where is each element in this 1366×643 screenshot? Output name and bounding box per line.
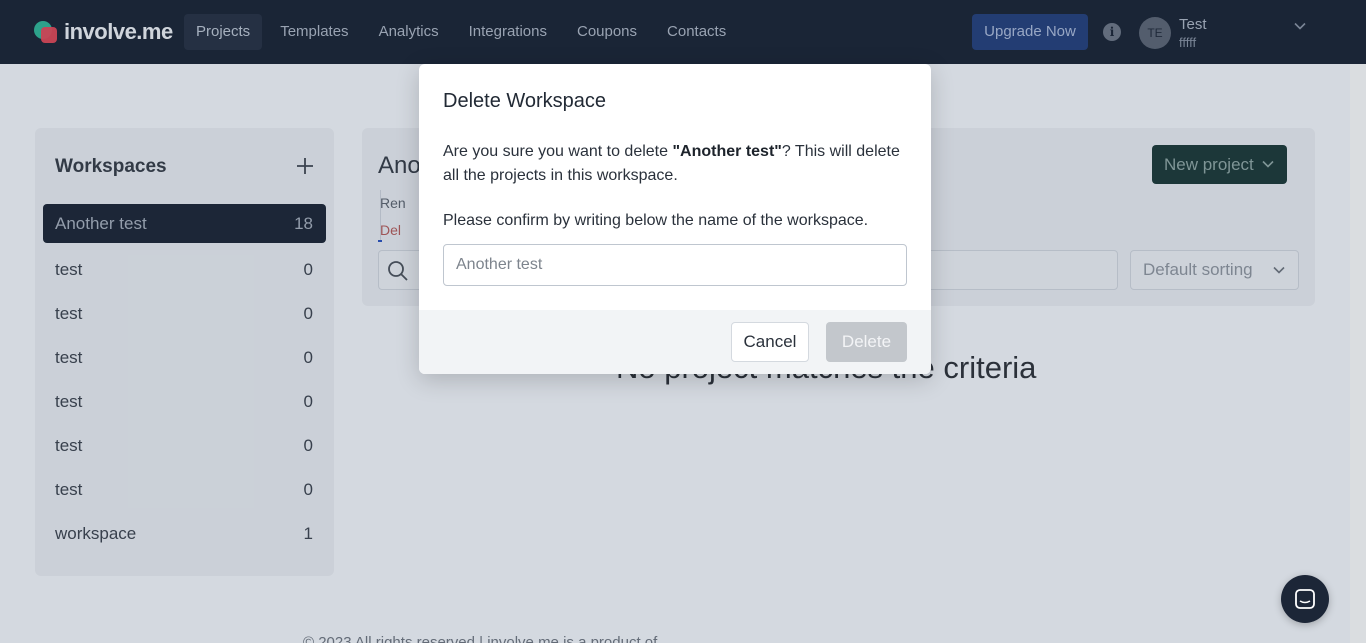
delete-button[interactable]: Delete — [826, 322, 907, 362]
modal-workspace-name: "Another test" — [672, 143, 782, 160]
chat-launcher-button[interactable] — [1281, 575, 1329, 623]
delete-workspace-modal: Delete Workspace Are you sure you want t… — [419, 64, 931, 374]
workspace-name-input[interactable] — [443, 244, 907, 286]
modal-message-prefix: Are you sure you want to delete — [443, 143, 673, 160]
modal-confirm-instruction: Please confirm by writing below the name… — [443, 212, 869, 229]
cancel-button[interactable]: Cancel — [731, 322, 809, 362]
modal-title: Delete Workspace — [443, 90, 607, 112]
modal-footer: Cancel Delete — [419, 310, 931, 374]
chat-icon — [1295, 589, 1315, 609]
modal-message: Are you sure you want to delete "Another… — [443, 140, 913, 188]
